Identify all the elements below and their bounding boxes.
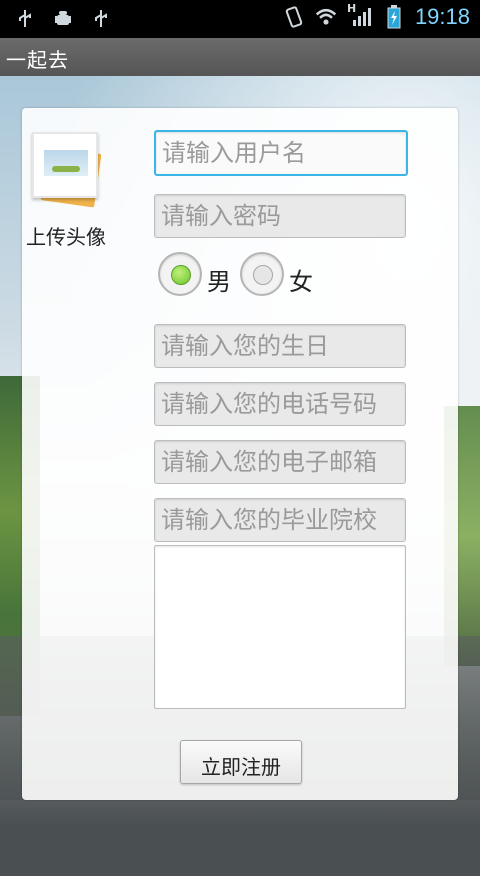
usb-icon <box>14 6 36 32</box>
status-bar: H 19:18 <box>0 0 480 38</box>
register-button[interactable]: 立即注册 <box>180 740 302 784</box>
usb-icon <box>90 6 112 32</box>
username-field[interactable] <box>154 130 408 176</box>
bio-textarea[interactable] <box>154 545 406 709</box>
app-title: 一起去 <box>6 48 69 72</box>
photo-icon <box>32 132 98 198</box>
clock-time: 19:18 <box>414 4 470 29</box>
radio-checked-indicator <box>171 265 191 285</box>
phone-input[interactable] <box>155 383 405 425</box>
vibrate-icon <box>283 4 305 30</box>
phone-field[interactable] <box>154 382 406 426</box>
school-field[interactable] <box>154 498 406 542</box>
username-input[interactable] <box>156 132 406 174</box>
wifi-icon <box>315 4 337 30</box>
landscape-thumbnail-icon <box>44 150 88 176</box>
birthday-field[interactable] <box>154 324 406 368</box>
upload-avatar-label[interactable]: 上传头像 <box>26 221 106 250</box>
email-field[interactable] <box>154 440 406 484</box>
email-input[interactable] <box>155 441 405 483</box>
password-input[interactable] <box>155 195 405 237</box>
gender-female-radio[interactable] <box>240 252 284 296</box>
battery-charging-icon <box>383 4 405 30</box>
hspa-signal-icon: H <box>346 2 373 30</box>
gender-female-label[interactable]: 女 <box>289 262 313 297</box>
register-button-label: 立即注册 <box>201 755 281 779</box>
gender-male-radio[interactable] <box>158 252 202 296</box>
android-debug-icon <box>52 6 74 32</box>
birthday-input[interactable] <box>155 325 405 367</box>
gender-male-label[interactable]: 男 <box>207 262 231 297</box>
school-input[interactable] <box>155 499 405 541</box>
password-field[interactable] <box>154 194 406 238</box>
app-title-bar: 一起去 <box>0 38 480 76</box>
radio-unchecked-indicator <box>253 265 273 285</box>
upload-avatar-button[interactable] <box>32 132 108 208</box>
network-type-label: H <box>346 2 357 15</box>
